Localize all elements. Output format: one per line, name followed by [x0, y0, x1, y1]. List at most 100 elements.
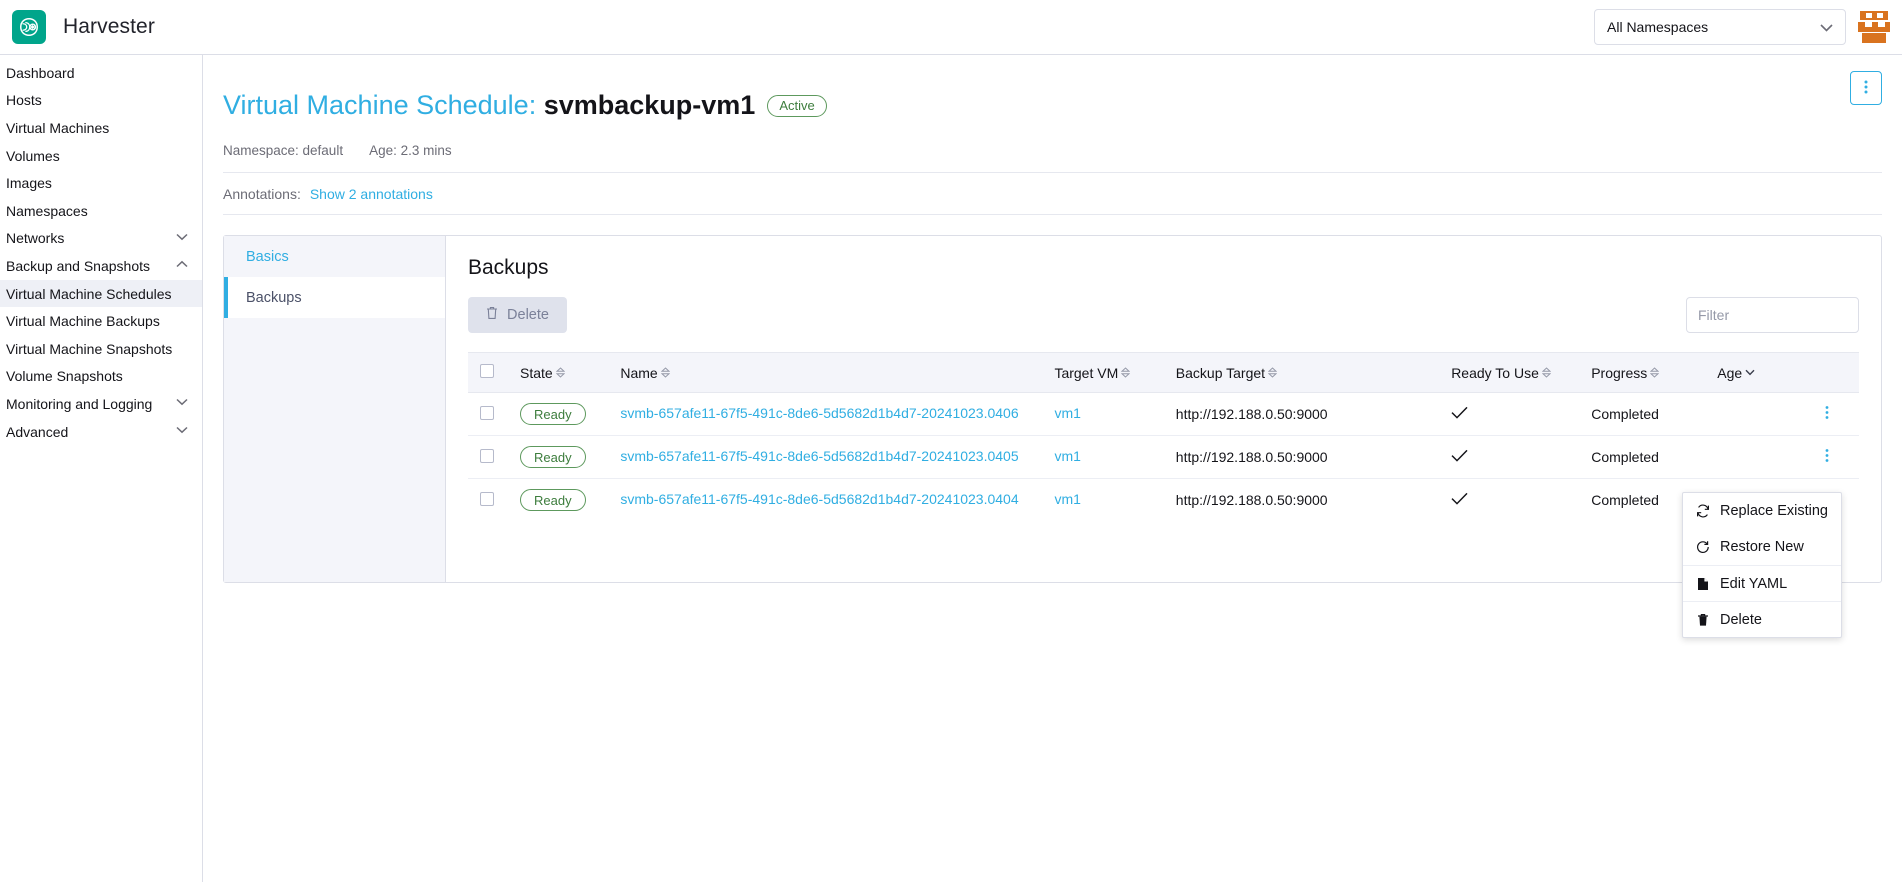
panel-title: Backups: [468, 256, 1859, 280]
context-menu-item-edit-yaml[interactable]: Edit YAML: [1683, 565, 1841, 601]
row-state-cell: Ready: [510, 393, 610, 436]
chevron-down-icon: [176, 233, 188, 244]
filter-input[interactable]: [1686, 297, 1859, 333]
tab-label: Basics: [246, 249, 289, 265]
header-target-vm-label: Target VM: [1054, 365, 1118, 381]
sort-icon: [1542, 367, 1551, 378]
target-vm-link[interactable]: vm1: [1054, 404, 1155, 424]
row-actions-cell[interactable]: [1815, 436, 1859, 479]
sidebar-group-advanced[interactable]: Advanced: [0, 418, 202, 446]
table-toolbar: Delete: [468, 297, 1859, 333]
restore-circle-icon: [1695, 540, 1710, 554]
row-ready-to-use-cell: [1441, 479, 1581, 522]
tab-backups[interactable]: Backups: [224, 277, 445, 318]
header-progress-label: Progress: [1591, 365, 1647, 381]
sort-icon: [661, 367, 670, 378]
row-actions-cell[interactable]: [1815, 393, 1859, 436]
context-menu-item-restore-new[interactable]: Restore New: [1683, 529, 1841, 565]
page-header: Virtual Machine Schedule: svmbackup-vm1 …: [223, 55, 1882, 215]
chevron-up-icon: [176, 260, 188, 271]
row-select-cell[interactable]: [468, 393, 510, 436]
row-name-cell: svmb-657afe11-67f5-491c-8de6-5d5682d1b4d…: [610, 393, 1044, 436]
sidebar-item-label: Networks: [6, 230, 64, 246]
trash-icon: [486, 306, 498, 324]
table-row[interactable]: Ready svmb-657afe11-67f5-491c-8de6-5d568…: [468, 479, 1859, 522]
show-annotations-link[interactable]: Show 2 annotations: [310, 186, 433, 202]
context-menu-item-label: Delete: [1720, 612, 1762, 628]
header-state[interactable]: State: [510, 353, 610, 393]
target-vm-link[interactable]: vm1: [1054, 490, 1155, 510]
target-vm-link[interactable]: vm1: [1054, 447, 1155, 467]
context-menu-item-delete[interactable]: Delete: [1683, 601, 1841, 637]
namespace-label: Namespace: default: [223, 143, 343, 158]
avatar-wrapper[interactable]: [1846, 7, 1902, 47]
row-actions-menu-icon[interactable]: [1825, 405, 1829, 424]
table-row[interactable]: Ready svmb-657afe11-67f5-491c-8de6-5d568…: [468, 436, 1859, 479]
row-checkbox[interactable]: [480, 449, 494, 463]
page-title-prefix: Virtual Machine Schedule:: [223, 90, 536, 120]
page-title: Virtual Machine Schedule: svmbackup-vm1: [223, 90, 755, 121]
sidebar-item-label: Monitoring and Logging: [6, 396, 152, 412]
row-select-cell[interactable]: [468, 436, 510, 479]
annotations-label: Annotations:: [223, 186, 301, 202]
sidebar-item-namespaces[interactable]: Namespaces: [0, 197, 202, 225]
row-target-vm-cell: vm1: [1044, 436, 1165, 479]
sidebar-item-label: Virtual Machines: [6, 120, 109, 136]
header-backup-target[interactable]: Backup Target: [1166, 353, 1441, 393]
header-backup-target-label: Backup Target: [1176, 365, 1265, 381]
sidebar-item-virtual-machine-schedules[interactable]: Virtual Machine Schedules: [0, 280, 202, 308]
header-progress[interactable]: Progress: [1581, 353, 1707, 393]
title-row: Virtual Machine Schedule: svmbackup-vm1 …: [223, 72, 1882, 139]
header-target-vm[interactable]: Target VM: [1044, 353, 1165, 393]
table-row[interactable]: Ready svmb-657afe11-67f5-491c-8de6-5d568…: [468, 393, 1859, 436]
brand[interactable]: Harvester: [0, 10, 247, 44]
sort-icon: [1650, 367, 1659, 378]
row-select-cell[interactable]: [468, 479, 510, 522]
row-name-cell: svmb-657afe11-67f5-491c-8de6-5d5682d1b4d…: [610, 436, 1044, 479]
status-badge: Ready: [520, 403, 586, 425]
sidebar-group-networks[interactable]: Networks: [0, 225, 202, 253]
sidebar-group-backup-and-snapshots[interactable]: Backup and Snapshots: [0, 252, 202, 280]
sidebar-item-label: Volume Snapshots: [6, 368, 123, 384]
backup-name-link[interactable]: svmb-657afe11-67f5-491c-8de6-5d5682d1b4d…: [620, 490, 1034, 510]
sidebar-item-dashboard[interactable]: Dashboard: [0, 59, 202, 87]
user-avatar-icon: [1854, 7, 1894, 47]
sidebar-item-images[interactable]: Images: [0, 169, 202, 197]
header-ready-to-use[interactable]: Ready To Use: [1441, 353, 1581, 393]
sidebar-item-label: Hosts: [6, 92, 42, 108]
tab-basics[interactable]: Basics: [224, 236, 445, 277]
delete-button[interactable]: Delete: [468, 297, 567, 333]
row-checkbox[interactable]: [480, 492, 494, 506]
sidebar-item-virtual-machine-backups[interactable]: Virtual Machine Backups: [0, 307, 202, 335]
check-icon: [1451, 490, 1468, 509]
namespace-selector[interactable]: All Namespaces: [1594, 9, 1846, 45]
sidebar-group-monitoring-and-logging[interactable]: Monitoring and Logging: [0, 390, 202, 418]
row-backup-target-cell: http://192.188.0.50:9000: [1166, 479, 1441, 522]
sort-icon: [1121, 367, 1130, 378]
body: Dashboard Hosts Virtual Machines Volumes…: [0, 55, 1902, 882]
backup-name-link[interactable]: svmb-657afe11-67f5-491c-8de6-5d5682d1b4d…: [620, 404, 1034, 424]
tab-label: Backups: [246, 290, 302, 306]
sidebar-item-volumes[interactable]: Volumes: [0, 142, 202, 170]
page-actions-button[interactable]: [1850, 71, 1882, 105]
sidebar-item-volume-snapshots[interactable]: Volume Snapshots: [0, 363, 202, 391]
row-checkbox[interactable]: [480, 406, 494, 420]
select-all-checkbox[interactable]: [480, 364, 494, 378]
delete-button-label: Delete: [507, 307, 549, 323]
header-select-all[interactable]: [468, 353, 510, 393]
row-state-cell: Ready: [510, 436, 610, 479]
row-progress-cell: Completed: [1581, 436, 1707, 479]
header-name[interactable]: Name: [610, 353, 1044, 393]
backup-name-link[interactable]: svmb-657afe11-67f5-491c-8de6-5d5682d1b4d…: [620, 447, 1034, 467]
status-badge: Ready: [520, 446, 586, 468]
row-actions-menu-icon[interactable]: [1825, 448, 1829, 467]
header-age[interactable]: Age: [1707, 353, 1814, 393]
chevron-down-icon: [176, 398, 188, 409]
context-menu-item-replace-existing[interactable]: Replace Existing: [1683, 493, 1841, 529]
sidebar-item-hosts[interactable]: Hosts: [0, 87, 202, 115]
sidebar-item-label: Volumes: [6, 148, 60, 164]
app-root: Harvester All Namespaces: [0, 0, 1902, 882]
sidebar-item-virtual-machine-snapshots[interactable]: Virtual Machine Snapshots: [0, 335, 202, 363]
sidebar-item-virtual-machines[interactable]: Virtual Machines: [0, 114, 202, 142]
header-row-actions: [1815, 353, 1859, 393]
